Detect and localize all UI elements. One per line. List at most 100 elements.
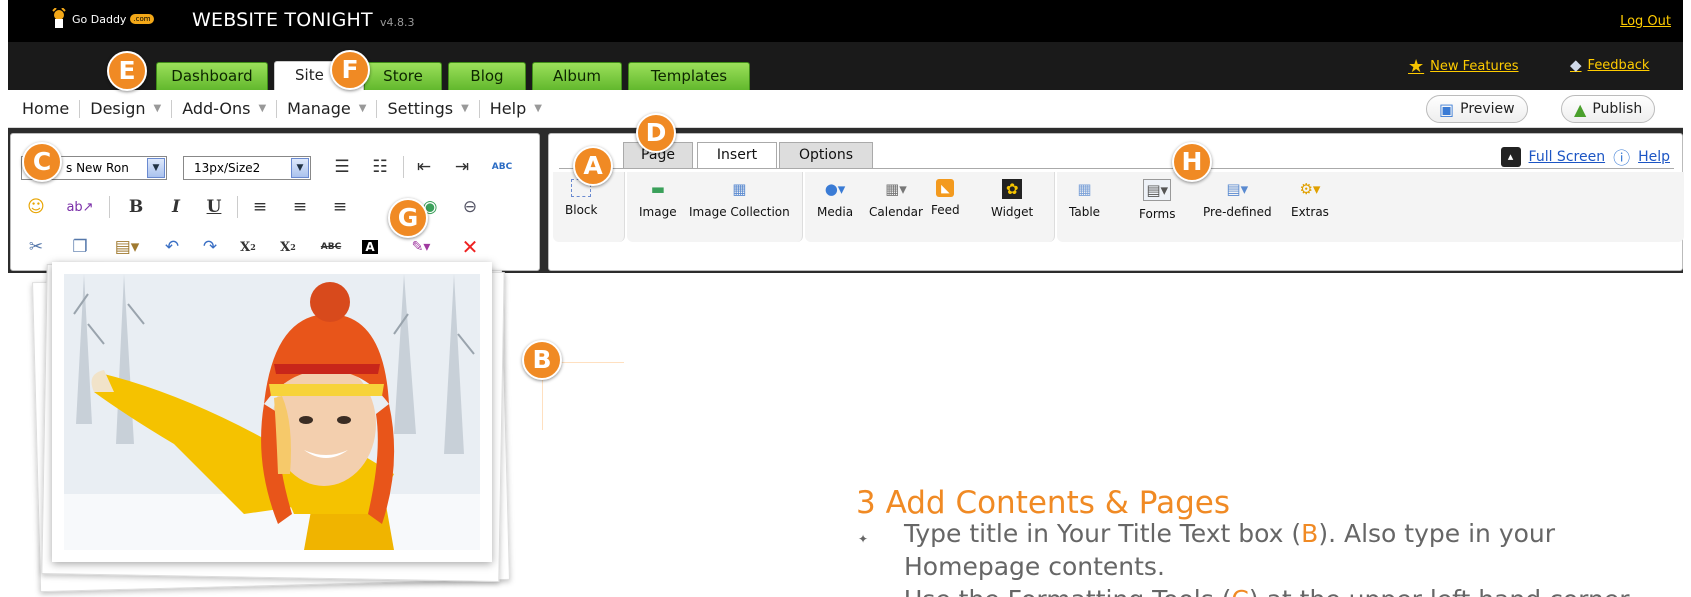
tab-templates[interactable]: Templates — [628, 62, 750, 90]
callout-marker-c: C — [22, 142, 62, 182]
menu-design[interactable]: Design ▼ — [80, 100, 173, 118]
tab-blog[interactable]: Blog — [448, 62, 526, 90]
redo-icon[interactable]: ↷ — [197, 234, 223, 260]
align-center-icon[interactable]: ≡ — [287, 194, 313, 220]
strikethrough-icon[interactable]: ABC — [315, 234, 347, 260]
spellcheck-icon[interactable]: ABC — [489, 154, 515, 180]
table-icon: ▦ — [1077, 180, 1092, 198]
new-features-link[interactable]: ★ New Features — [1408, 56, 1519, 77]
indent-icon[interactable]: ⇥ — [449, 154, 475, 180]
link-icon[interactable]: ⊖ — [457, 194, 483, 220]
app-title: WEBSITE TONIGHT — [192, 9, 373, 31]
main-tab-bar: Dashboard Site Store Blog Album Template… — [8, 42, 1683, 91]
chevron-down-icon: ▼ — [461, 103, 469, 114]
full-screen-link[interactable]: Full Screen — [1529, 149, 1606, 165]
underline-button[interactable]: U — [201, 194, 227, 220]
tab-store[interactable]: Store — [364, 62, 442, 90]
font-color-label: A — [362, 240, 378, 254]
cut-icon[interactable]: ✂ — [23, 234, 49, 260]
smiley-icon[interactable]: ☺ — [23, 194, 49, 220]
menu-add-ons[interactable]: Add-Ons ▼ — [172, 99, 278, 118]
callout-marker-d: D — [636, 113, 676, 153]
insert-pre-defined-label: Pre-defined — [1203, 205, 1272, 219]
font-size-select[interactable]: 13px/Size2 ▼ — [183, 156, 311, 180]
menu-manage[interactable]: Manage ▼ — [277, 99, 378, 118]
callout-marker-a: A — [573, 146, 613, 186]
insert-table-button[interactable]: ▦ Table — [1069, 179, 1100, 219]
insert-image-collection-button[interactable]: ▦ Image Collection — [689, 179, 790, 219]
menu-help[interactable]: Help ▼ — [480, 100, 552, 118]
tab-album[interactable]: Album — [532, 62, 622, 90]
top-bar: Go Daddy .com WEBSITE TONIGHT v4.8.3 Log… — [8, 0, 1683, 42]
widget-icon: ✿ — [1002, 179, 1023, 199]
rss-feed-icon: ◣ — [936, 179, 955, 197]
help-link[interactable]: Help — [1638, 149, 1670, 165]
insert-widget-button[interactable]: ✿ Widget — [991, 179, 1033, 219]
subscript-label: X — [240, 239, 251, 255]
insert-calendar-button[interactable]: ▦▾ Calendar — [869, 179, 923, 219]
insert-extras-label: Extras — [1291, 205, 1329, 219]
insert-feed-button[interactable]: ◣ Feed — [931, 179, 960, 217]
font-color-icon[interactable]: A — [357, 234, 383, 260]
tab-dashboard[interactable]: Dashboard — [156, 62, 268, 90]
bullet-icon: ✦ — [858, 532, 869, 546]
chevron-down-icon: ▼ — [291, 158, 309, 178]
instruction-3-marker: C — [1231, 585, 1248, 597]
publish-button[interactable]: ▲ Publish — [1561, 95, 1656, 123]
menu-bar: Home Design ▼ Add-Ons ▼ Manage ▼ Settings ▼ … — [8, 90, 1683, 128]
paste-icon[interactable]: ▤▾ — [107, 234, 147, 260]
instruction-3-text-end: ) at the upper left hand corner — [1249, 585, 1630, 597]
insert-media-button[interactable]: ●▾ Media — [817, 179, 853, 219]
find-replace-icon[interactable]: ab↗ — [66, 194, 93, 220]
feedback-link[interactable]: ◆ Feedback — [1570, 56, 1649, 74]
callout-marker-g: G — [388, 198, 428, 238]
font-size-value: 13px/Size2 — [194, 161, 261, 175]
toolbar-divider — [237, 196, 238, 218]
numbered-list-icon[interactable]: ☰ — [329, 154, 355, 180]
preview-button[interactable]: ▣ Preview — [1426, 95, 1528, 123]
feedback-label: Feedback — [1587, 57, 1650, 73]
preview-icon: ▣ — [1439, 99, 1455, 119]
feedback-icon: ◆ — [1570, 56, 1582, 74]
winter-photo — [52, 262, 492, 562]
copy-icon[interactable]: ❐ — [67, 234, 93, 260]
insert-image-label: Image — [639, 205, 677, 219]
align-left-icon[interactable]: ≡ — [247, 194, 273, 220]
italic-button[interactable]: I — [163, 194, 189, 220]
image-icon: ▬ — [650, 180, 665, 198]
app-version: v4.8.3 — [380, 16, 415, 29]
menu-settings-label: Settings — [387, 99, 454, 118]
delete-icon[interactable]: ✕ — [457, 234, 483, 260]
bullet-list-icon[interactable]: ☷ — [367, 154, 393, 180]
bold-button[interactable]: B — [123, 194, 149, 220]
superscript-icon[interactable]: X2 — [275, 234, 301, 260]
gear-icon: ⚙▾ — [1299, 180, 1321, 198]
media-icon: ●▾ — [824, 180, 846, 198]
instruction-1-marker: B — [1301, 519, 1319, 548]
outdent-icon[interactable]: ⇤ — [411, 154, 437, 180]
align-right-icon[interactable]: ≡ — [327, 194, 353, 220]
callout-marker-f: F — [330, 50, 370, 90]
insert-forms-button[interactable]: ▤▾ Forms — [1139, 179, 1175, 221]
menu-home[interactable]: Home — [12, 100, 81, 118]
insert-block-label: Block — [565, 203, 598, 217]
logout-link[interactable]: Log Out — [1620, 14, 1671, 29]
subscript-icon[interactable]: X2 — [235, 234, 261, 260]
superscript-label: X — [280, 239, 291, 255]
menu-manage-label: Manage — [287, 99, 351, 118]
insert-table-label: Table — [1069, 205, 1101, 219]
undo-icon[interactable]: ↶ — [159, 234, 185, 260]
godaddy-logo[interactable]: Go Daddy .com — [50, 8, 154, 30]
insert-image-collection-label: Image Collection — [689, 205, 790, 219]
instruction-1-text: Type title in Your Title Text box ( — [904, 519, 1302, 548]
tab-insert[interactable]: Insert — [697, 142, 777, 169]
chevron-down-icon: ▼ — [258, 103, 267, 114]
tab-options[interactable]: Options — [779, 142, 873, 168]
insert-extras-button[interactable]: ⚙▾ Extras — [1291, 179, 1329, 219]
insert-pre-defined-button[interactable]: ▤▾ Pre-defined — [1203, 179, 1272, 219]
menu-settings[interactable]: Settings ▼ — [377, 99, 480, 118]
photo-stack[interactable] — [30, 258, 510, 593]
instruction-line-2: Homepage contents. — [904, 552, 1165, 581]
menu-add-ons-label: Add-Ons — [182, 99, 251, 118]
insert-image-button[interactable]: ▬ Image — [639, 179, 677, 219]
